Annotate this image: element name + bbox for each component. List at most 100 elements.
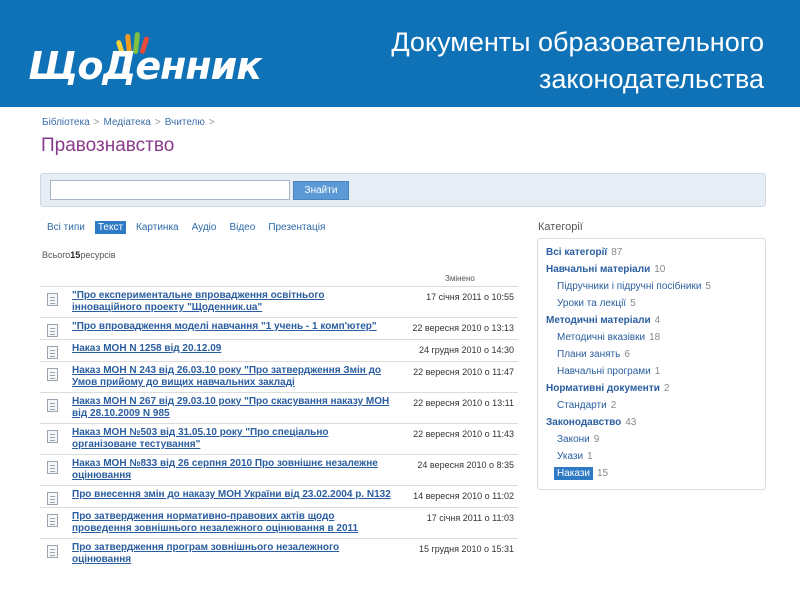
category-count: 1	[654, 366, 661, 377]
category-label: Стандарти	[557, 400, 607, 411]
table-row[interactable]: Наказ МОН №503 від 31.05.10 року "Про сп…	[40, 423, 518, 454]
category-textbooks[interactable]: Підручники і підручні посібники 5	[557, 281, 711, 292]
document-date: 22 вересня 2010 о 11:43	[413, 429, 514, 439]
document-icon	[47, 430, 58, 443]
category-curricula[interactable]: Навчальні програми 1	[557, 366, 660, 377]
category-count: 2	[610, 400, 617, 411]
category-learning-materials[interactable]: Навчальні матеріали 10	[546, 264, 665, 275]
document-title-link[interactable]: Наказ МОН N 1258 від 20.12.09	[72, 343, 392, 355]
document-date: 15 грудня 2010 о 15:31	[418, 544, 514, 554]
categories-panel: Всі категорії 87 Навчальні матеріали 10 Пі…	[537, 238, 766, 490]
document-title-link[interactable]: Про затвердження програм зовнішнього нез…	[72, 542, 392, 566]
category-count: 1	[587, 451, 593, 462]
category-count: 5	[705, 281, 711, 292]
table-row[interactable]: "Про впровадження моделі навчання "1 уче…	[40, 317, 518, 339]
category-count: 9	[593, 434, 600, 445]
category-standards[interactable]: Стандарти 2	[557, 400, 616, 411]
category-decrees[interactable]: Укази 1	[557, 451, 593, 462]
slide-header: ЩоДенник Документы образовательного зако…	[0, 0, 800, 107]
document-icon	[47, 368, 58, 381]
page-content: Бібліотека > Медіатека > Вчителю > Правознавс…	[0, 107, 800, 600]
category-label: Уроки та лекції	[557, 298, 627, 309]
document-date: 24 грудня 2010 о 14:30	[418, 345, 514, 355]
search-bar: Знайти	[40, 173, 766, 207]
category-count: 15	[597, 468, 609, 479]
document-title-link[interactable]: Про затвердження нормативно-правових акт…	[72, 511, 392, 535]
category-methodical-materials[interactable]: Методичні матеріали 4	[546, 315, 660, 326]
document-date: 22 вересня 2010 о 11:47	[413, 367, 514, 377]
breadcrumb-teacher[interactable]: Вчителю	[165, 117, 205, 128]
category-label: Закони	[557, 434, 590, 445]
filter-text[interactable]: Текст	[94, 221, 127, 234]
table-row[interactable]: Про внесення змін до наказу МОН України …	[40, 485, 518, 507]
category-all[interactable]: Всі категорії 87	[546, 247, 622, 258]
table-row[interactable]: "Про експериментальне впровадження освіт…	[40, 286, 518, 317]
breadcrumb: Бібліотека > Медіатека > Вчителю >	[42, 117, 219, 128]
category-label: Накази	[554, 467, 593, 480]
filter-video[interactable]: Відео	[226, 221, 258, 234]
category-label: Плани занять	[557, 349, 621, 360]
category-count: 18	[649, 332, 661, 343]
category-lesson-plans[interactable]: Плани занять 6	[557, 349, 630, 360]
category-count: 10	[654, 264, 666, 275]
document-icon	[47, 324, 58, 337]
category-count: 87	[611, 247, 623, 258]
table-row[interactable]: Наказ МОН N 267 від 29.03.10 року "Про с…	[40, 392, 518, 423]
document-date: 22 вересня 2010 о 13:11	[413, 398, 514, 408]
document-icon	[47, 461, 58, 474]
category-label: Навчальні матеріали	[546, 264, 651, 275]
filter-all-types[interactable]: Всі типи	[44, 221, 88, 234]
category-count: 2	[663, 383, 670, 394]
category-laws[interactable]: Закони 9	[557, 434, 599, 445]
resource-count: Всього15ресурсів	[42, 250, 116, 260]
category-label: Методичні вказівки	[557, 332, 646, 343]
breadcrumb-separator: >	[154, 117, 161, 128]
breadcrumb-separator: >	[208, 117, 215, 128]
category-label: Навчальні програми	[557, 366, 651, 377]
document-title-link[interactable]: Наказ МОН №833 від 26 серпня 2010 Про зо…	[72, 458, 392, 482]
type-filters: Всі типи Текст Картинка Аудіо Відео Презентац…	[44, 221, 335, 234]
filter-audio[interactable]: Аудіо	[189, 221, 220, 234]
category-normative-documents[interactable]: Нормативні документи 2	[546, 383, 669, 394]
category-legislation[interactable]: Законодавство 43	[546, 417, 636, 428]
search-input[interactable]	[50, 180, 290, 200]
category-count: 6	[624, 349, 630, 360]
document-title-link[interactable]: Наказ МОН N 267 від 29.03.10 року "Про с…	[72, 396, 392, 420]
category-orders[interactable]: Накази 15	[554, 467, 609, 480]
table-row[interactable]: Про затвердження програм зовнішнього нез…	[40, 538, 518, 569]
category-label: Всі категорії	[546, 247, 608, 258]
document-icon	[47, 514, 58, 527]
category-label: Укази	[557, 451, 584, 462]
shodennik-logo: ЩоДенник	[28, 30, 263, 92]
logo-wordmark: ЩоДенник	[28, 44, 262, 88]
document-list: "Про експериментальне впровадження освіт…	[40, 286, 518, 569]
document-title-link[interactable]: Про внесення змін до наказу МОН України …	[72, 489, 392, 501]
document-title-link[interactable]: "Про впровадження моделі навчання "1 уче…	[72, 321, 392, 333]
category-methodical-guides[interactable]: Методичні вказівки 18	[557, 332, 660, 343]
document-icon	[47, 346, 58, 359]
breadcrumb-separator: >	[93, 117, 100, 128]
document-date: 17 січня 2011 о 11:03	[426, 513, 514, 523]
category-label: Нормативні документи	[546, 383, 660, 394]
document-icon	[47, 293, 58, 306]
category-count: 43	[625, 417, 637, 428]
document-title-link[interactable]: Наказ МОН N 243 від 26.03.10 року "Про з…	[72, 365, 392, 389]
category-lessons[interactable]: Уроки та лекції 5	[557, 298, 636, 309]
breadcrumb-mediateka[interactable]: Медіатека	[104, 117, 151, 128]
document-date: 14 вересня 2010 о 11:02	[413, 491, 514, 501]
breadcrumb-library[interactable]: Бібліотека	[42, 117, 90, 128]
document-title-link[interactable]: Наказ МОН №503 від 31.05.10 року "Про сп…	[72, 427, 392, 451]
table-row[interactable]: Наказ МОН N 243 від 26.03.10 року "Про з…	[40, 361, 518, 392]
table-row[interactable]: Наказ МОН N 1258 від 20.12.09 24 грудня …	[40, 339, 518, 361]
filter-image[interactable]: Картинка	[133, 221, 182, 234]
filter-presentation[interactable]: Презентація	[265, 221, 328, 234]
search-button[interactable]: Знайти	[293, 181, 349, 200]
document-date: 17 січня 2011 о 10:55	[426, 292, 514, 302]
document-icon	[47, 492, 58, 505]
table-row[interactable]: Про затвердження нормативно-правових акт…	[40, 507, 518, 538]
page-title: Правознавство	[41, 135, 175, 156]
document-title-link[interactable]: "Про експериментальне впровадження освіт…	[72, 290, 392, 314]
slide-title-line2: законодательства	[539, 64, 764, 94]
category-label: Методичні матеріали	[546, 315, 651, 326]
table-row[interactable]: Наказ МОН №833 від 26 серпня 2010 Про зо…	[40, 454, 518, 485]
